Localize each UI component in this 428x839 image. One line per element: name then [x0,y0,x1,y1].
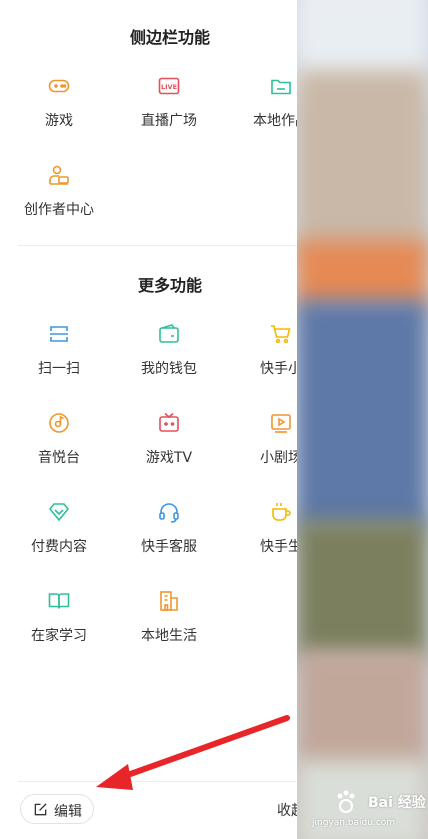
more-item-kuaishou-shop[interactable]: 快手小 [226,322,297,392]
sidebar-item-label: 本地作品 [253,113,297,129]
scan-icon [47,322,71,346]
more-item-paid-content[interactable]: 付费内容 [4,500,114,570]
baidu-paw-logo [337,790,355,813]
more-item-small-theater[interactable]: 小剧场 [226,411,297,481]
music-disc-icon [47,411,71,435]
building-icon [157,589,181,613]
more-item-study-at-home[interactable]: 在家学习 [4,589,114,659]
kuaishou-sidebar-screen: 侧边栏功能 游戏 LIVE 直播广场 本地作 创作者中心 更多功能 扫一扫 我的… [0,0,428,839]
more-item-yinyuetai[interactable]: 音悦台 [4,411,114,481]
book-icon [47,589,71,613]
sidebar-drawer: 侧边栏功能 游戏 LIVE 直播广场 本地作 创作者中心 更多功能 扫一扫 我的… [0,0,297,839]
more-section-title: 更多功能 [137,276,202,295]
more-item-local-life[interactable]: 本地生活 [114,589,224,659]
sidebar-item-live[interactable]: LIVE 直播广场 [114,74,224,144]
more-item-label: 我的钱包 [141,361,197,377]
wallet-icon [157,322,181,346]
sidebar-item-label: 直播广场 [141,113,197,129]
bottom-divider [18,781,297,782]
more-item-label: 本地生活 [141,628,197,644]
edit-label: 编辑 [54,804,82,820]
sidebar-item-local-works[interactable]: 本地作品 [226,74,297,144]
sidebar-item-label: 创作者中心 [24,202,94,218]
cart-icon [269,322,293,346]
more-item-label: 快手客服 [141,539,197,555]
more-item-scan[interactable]: 扫一扫 [4,322,114,392]
sidebar-item-creator-center[interactable]: 创作者中心 [4,163,114,233]
more-item-label: 快手小 [260,361,297,377]
more-item-game-tv[interactable]: 游戏TV [114,411,224,481]
svg-text:LIVE: LIVE [161,83,177,91]
edit-button[interactable]: 编辑 [20,794,94,824]
blurred-video-feed[interactable] [296,0,428,839]
more-item-label: 音悦台 [38,450,80,466]
tv-icon [157,411,181,435]
play-screen-icon [269,411,293,435]
more-item-customer-service[interactable]: 快手客服 [114,500,224,570]
creator-icon [47,163,71,187]
more-item-kuaishou-life[interactable]: 快手生 [226,500,297,570]
sidebar-item-label: 游戏 [45,113,73,129]
baidu-jingyan-watermark: Bai 经验 jingyan.baidu.com [308,788,426,834]
section-divider [18,245,297,246]
live-icon: LIVE [157,74,181,98]
more-item-label: 付费内容 [31,539,87,555]
cup-icon [269,500,293,524]
more-item-label: 游戏TV [145,450,193,466]
collapse-button[interactable]: 收起 [277,800,297,820]
headset-icon [157,500,181,524]
more-item-wallet[interactable]: 我的钱包 [114,322,224,392]
watermark-url: jingyan.baidu.com [312,818,396,828]
diamond-icon [47,500,71,524]
sidebar-section-title: 侧边栏功能 [129,28,210,47]
edit-icon [33,802,48,817]
sidebar-item-game[interactable]: 游戏 [4,74,114,144]
more-item-label: 快手生 [260,539,297,555]
more-item-label: 小剧场 [260,450,297,466]
more-item-label: 在家学习 [31,628,87,644]
more-item-label: 扫一扫 [38,361,80,377]
folder-icon [269,74,293,98]
gamepad-icon [47,74,71,98]
watermark-text: Bai 经验 [368,795,426,811]
